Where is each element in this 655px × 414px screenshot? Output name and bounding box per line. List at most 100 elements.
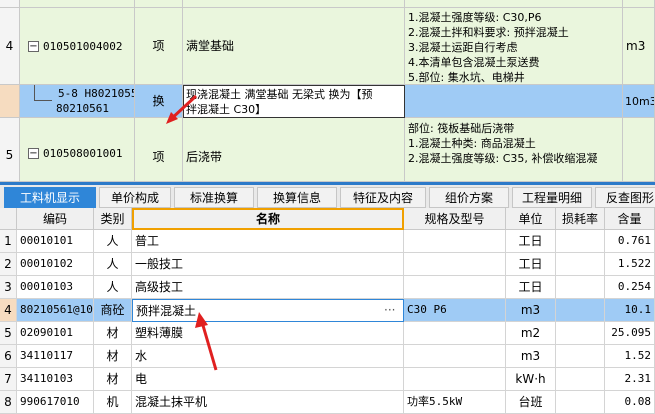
header-name[interactable]: 名称 (132, 208, 404, 230)
name-cell[interactable]: 水 (132, 345, 404, 368)
category-cell[interactable]: 人 (94, 276, 132, 299)
loss-rate-cell[interactable] (556, 368, 605, 391)
header-corner (0, 208, 17, 230)
arrow-annotation (166, 94, 198, 124)
loss-rate-cell[interactable] (556, 345, 605, 368)
code-cell[interactable]: 00010102 (17, 253, 94, 276)
row-number: 3 (0, 276, 17, 299)
quantity-cell[interactable]: 10.1 (605, 299, 655, 322)
tree-line (34, 100, 52, 101)
quantity-cell[interactable]: 1.522 (605, 253, 655, 276)
unit-cell[interactable]: 台班 (506, 391, 556, 414)
row-number: 2 (0, 253, 17, 276)
unit-cell[interactable]: m2 (506, 322, 556, 345)
code-cell[interactable]: 34110117 (17, 345, 94, 368)
unit-cell[interactable]: m3 (506, 299, 556, 322)
unit-cell: m3 (623, 8, 655, 85)
header-category[interactable]: 类别 (94, 208, 132, 230)
unit-cell[interactable]: 工日 (506, 276, 556, 299)
unit-cell[interactable]: m3 (506, 345, 556, 368)
quantity-cell[interactable]: 2.31 (605, 368, 655, 391)
unit-cell (623, 118, 655, 182)
quantity-cell[interactable]: 25.095 (605, 322, 655, 345)
quantity-cell[interactable]: 0.761 (605, 230, 655, 253)
loss-rate-cell[interactable] (556, 253, 605, 276)
row-number (0, 85, 20, 118)
spec-cell[interactable] (404, 230, 506, 253)
desc-cell[interactable] (405, 85, 623, 118)
spec-cell[interactable] (404, 253, 506, 276)
tab-material-display[interactable]: 工料机显示 (4, 187, 96, 208)
collapse-icon[interactable]: − (28, 41, 39, 52)
code-cell[interactable]: 34110103 (17, 368, 94, 391)
row-number: 7 (0, 368, 17, 391)
code-cell[interactable]: 02090101 (17, 322, 94, 345)
quantity-cell[interactable]: 0.254 (605, 276, 655, 299)
spec-cell[interactable] (404, 368, 506, 391)
code-cell[interactable] (20, 0, 135, 8)
category-cell[interactable]: 人 (94, 230, 132, 253)
tab-quantity-details[interactable]: 工程量明细 (512, 187, 592, 208)
category-cell[interactable]: 材 (94, 322, 132, 345)
header-code[interactable]: 编码 (17, 208, 94, 230)
category-cell[interactable]: 机 (94, 391, 132, 414)
spec-cell[interactable] (404, 276, 506, 299)
name-cell[interactable]: 电 (132, 368, 404, 391)
header-unit[interactable]: 单位 (506, 208, 556, 230)
unit-cell[interactable]: 工日 (506, 253, 556, 276)
name-cell[interactable] (183, 0, 405, 8)
ellipsis-button[interactable]: ··· (384, 299, 395, 321)
name-cell[interactable]: 混凝土抹平机 (132, 391, 404, 414)
tab-standard-conversion[interactable]: 标准换算 (174, 187, 254, 208)
header-quantity[interactable]: 含量 (605, 208, 655, 230)
loss-rate-cell[interactable] (556, 230, 605, 253)
tab-reverse-lookup[interactable]: 反查图形 (595, 187, 655, 208)
code-cell[interactable]: 990617010 (17, 391, 94, 414)
code-cell[interactable]: 00010101 (17, 230, 94, 253)
name-cell[interactable]: 塑料薄膜 (132, 322, 404, 345)
quantity-cell[interactable]: 1.52 (605, 345, 655, 368)
header-loss-rate[interactable]: 损耗率 (556, 208, 605, 230)
desc-cell[interactable]: 部位: 筏板基础后浇带 1.混凝土种类: 商品混凝土 2.混凝土强度等级: C3… (405, 118, 623, 182)
code-cell[interactable]: −010501004002 (20, 8, 135, 85)
unit-cell[interactable]: 工日 (506, 230, 556, 253)
name-edit-field[interactable]: 现浇混凝土 满堂基础 无梁式 换为【预 拌混凝土 C30】 (183, 85, 405, 118)
name-cell[interactable]: 预拌混凝土 (132, 299, 404, 322)
category-cell[interactable]: 材 (94, 368, 132, 391)
code-cell[interactable]: 5-8 H80210557 80210561 (20, 85, 135, 118)
unit-cell: 10m3 (623, 85, 655, 118)
tab-pricing-scheme[interactable]: 组价方案 (429, 187, 509, 208)
category-cell[interactable]: 商砼 (94, 299, 132, 322)
spec-cell[interactable] (404, 345, 506, 368)
desc-cell[interactable] (405, 0, 623, 8)
name-cell[interactable]: 高级技工 (132, 276, 404, 299)
tab-conversion-info[interactable]: 换算信息 (257, 187, 337, 208)
spec-cell[interactable] (404, 322, 506, 345)
loss-rate-cell[interactable] (556, 391, 605, 414)
tab-price-composition[interactable]: 单价构成 (99, 187, 171, 208)
code-cell[interactable]: 00010103 (17, 276, 94, 299)
name-cell[interactable]: 满堂基础 (183, 8, 405, 85)
name-cell[interactable]: 一般技工 (132, 253, 404, 276)
desc-cell[interactable]: 1.混凝土强度等级: C30,P6 2.混凝土拌和料要求: 预拌混凝土 3.混凝… (405, 8, 623, 85)
code-cell[interactable]: 80210561@10 (17, 299, 94, 322)
name-cell[interactable]: 普工 (132, 230, 404, 253)
row-number: 1 (0, 230, 17, 253)
tab-features[interactable]: 特征及内容 (340, 187, 426, 208)
material-grid: 编码 类别 名称 规格及型号 单位 损耗率 含量 1 00010101 人普工 工日 0… (0, 208, 655, 414)
loss-rate-cell[interactable] (556, 276, 605, 299)
unit-cell[interactable]: kW·h (506, 368, 556, 391)
code-cell[interactable]: −010508001001 (20, 118, 135, 182)
category-cell[interactable]: 人 (94, 253, 132, 276)
spec-cell[interactable]: 功率5.5kW (404, 391, 506, 414)
name-cell[interactable]: 后浇带 (183, 118, 405, 182)
loss-rate-cell[interactable] (556, 322, 605, 345)
category-cell[interactable]: 材 (94, 345, 132, 368)
quantity-cell[interactable]: 0.08 (605, 391, 655, 414)
spec-cell[interactable]: C30 P6 (404, 299, 506, 322)
loss-rate-cell[interactable] (556, 299, 605, 322)
row-number: 6 (0, 345, 17, 368)
header-spec[interactable]: 规格及型号 (404, 208, 506, 230)
row-number: 4 (0, 8, 20, 85)
collapse-icon[interactable]: − (28, 148, 39, 159)
